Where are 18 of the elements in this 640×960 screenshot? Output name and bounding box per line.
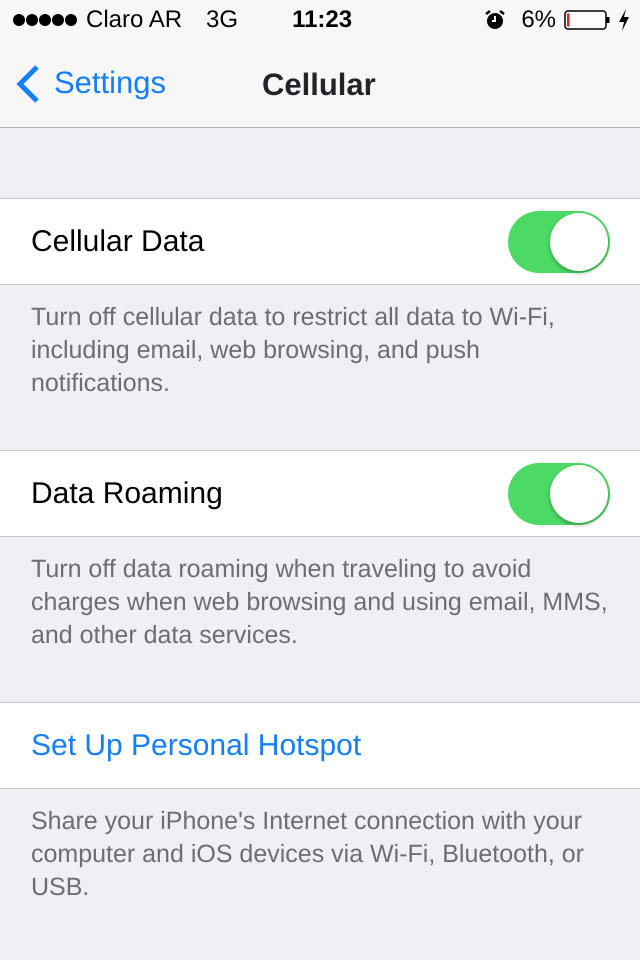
back-button[interactable]: Settings: [0, 60, 166, 107]
signal-icon: [12, 13, 78, 27]
toggle-switch[interactable]: [508, 210, 610, 272]
back-chevron-icon: [16, 64, 40, 102]
footer-note: Turn off cellular data to restrict all data to Wi-Fi, including email, web browsing, and push notifications.: [31, 303, 555, 397]
carrier-name: Claro AR: [86, 5, 182, 35]
setting-label: Data Roaming: [31, 476, 223, 512]
battery-percent: 6%: [521, 5, 556, 35]
footer-note: Share your iPhone's Internet connection with your computer and iOS devices via Wi-Fi, Bluetooth, or USB.: [31, 807, 584, 901]
battery-icon: [564, 10, 610, 30]
setting-label: Cellular Data: [31, 224, 204, 260]
charging-bolt-icon: [618, 9, 630, 31]
footer-note: Turn off data roaming when traveling to avoid charges when web browsing and using email, MMS, and other data services.: [31, 555, 608, 649]
toggle-switch[interactable]: [508, 462, 610, 524]
alarm-clock-icon: [485, 10, 506, 30]
nav-title: Cellular: [262, 66, 376, 104]
network-type: 3G: [206, 5, 238, 35]
status-time: 11:23: [292, 5, 352, 35]
